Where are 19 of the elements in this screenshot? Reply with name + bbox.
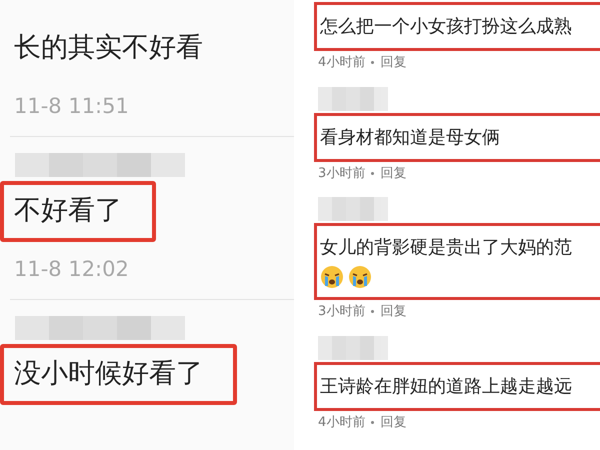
comment-time: 11-8 11:51 [14, 92, 130, 120]
comment-time: 4小时前 [318, 54, 366, 72]
comment-text: 怎么把一个小女孩打扮这么成熟 [320, 15, 573, 39]
comment-text: 女儿的背影硬是贵出了大妈的范 [320, 236, 573, 260]
reply-link[interactable]: 回复 [380, 164, 406, 183]
comment-text: 没小时候好看了 [14, 358, 203, 389]
comment-time: 4小时前 [318, 414, 366, 432]
reply-link[interactable]: 回复 [380, 53, 406, 72]
crying-face-icon [320, 265, 344, 289]
comment-text: 不好看了 [14, 195, 122, 226]
comment-text: 长的其实不好看 [14, 32, 203, 63]
reply-link[interactable]: 回复 [380, 412, 406, 432]
crying-face-icon [348, 265, 372, 289]
comment-time: 3小时前 [318, 164, 366, 182]
comment-time: 3小时前 [318, 303, 366, 321]
comment-text: 看身材都知道是母女俩 [320, 126, 501, 150]
comment-text: 王诗龄在胖妞的道路上越走越远 [320, 374, 573, 398]
comment-time: 11-8 12:02 [14, 256, 130, 282]
reply-link[interactable]: 回复 [380, 302, 406, 322]
